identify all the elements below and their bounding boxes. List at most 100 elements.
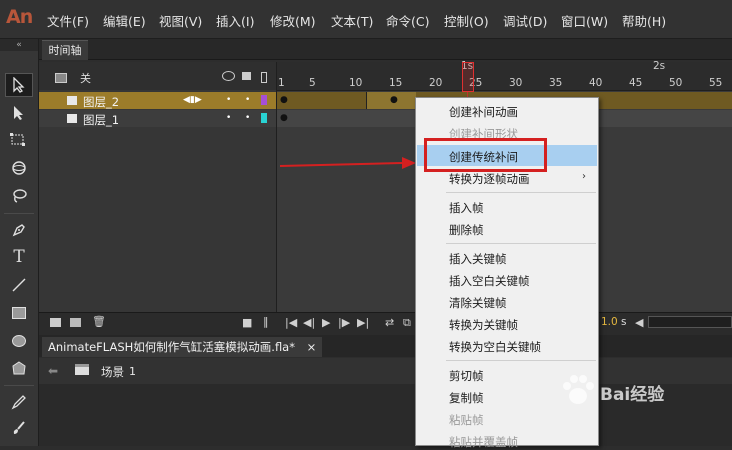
app-logo: An <box>6 6 33 28</box>
layer-motion-icon: ◀▮▶ <box>183 95 202 105</box>
lasso-tool-icon[interactable] <box>5 184 33 208</box>
menu-item-cut-frames[interactable]: 剪切帧 <box>449 368 484 384</box>
menu-item-create-motion-tween[interactable]: 创建补间动画 <box>449 104 518 120</box>
layer-name[interactable]: 图层_2 <box>83 94 119 110</box>
text-tool-icon[interactable]: T <box>5 245 33 269</box>
menu-modify[interactable]: 修改(M) <box>270 11 316 30</box>
timeline-header-label: 关 <box>80 72 91 85</box>
tool-divider <box>4 213 34 214</box>
back-arrow-icon[interactable]: ⬅ <box>48 364 58 378</box>
menu-file[interactable]: 文件(F) <box>47 11 89 30</box>
menu-commands[interactable]: 命令(C) <box>386 11 429 30</box>
selection-tool-icon[interactable] <box>5 73 33 97</box>
ruler-tick: 30 <box>509 77 523 89</box>
scene-clapper-icon <box>75 364 89 375</box>
scene-label[interactable]: 场景 <box>101 364 124 380</box>
timeline-scrollbar[interactable] <box>648 316 732 328</box>
paw-logo-icon <box>563 375 594 404</box>
tab-timeline[interactable]: 时间轴 <box>42 40 88 60</box>
new-layer-icon[interactable] <box>50 318 61 327</box>
polystar-tool-icon[interactable] <box>5 357 33 381</box>
panel-grip-icon[interactable]: ‖ <box>263 315 269 328</box>
elapsed-value: 1.0 <box>601 316 618 328</box>
annotation-arrow-icon <box>279 157 416 169</box>
step-back-icon[interactable]: ◀| <box>303 316 315 329</box>
menu-window[interactable]: 窗口(W) <box>561 11 608 30</box>
layer-lock-dot[interactable]: • <box>245 95 250 105</box>
elapsed-time: 1.0 s <box>601 316 627 328</box>
menu-text[interactable]: 文本(T) <box>331 11 373 30</box>
pencil-tool-icon[interactable] <box>5 390 33 414</box>
first-frame-icon[interactable]: |◀ <box>285 316 297 329</box>
keyframe[interactable]: ● <box>280 113 288 123</box>
menu-item-convert-to-keyframes[interactable]: 转换为关键帧 <box>449 317 518 333</box>
menu-separator <box>446 192 596 193</box>
delete-layer-icon[interactable]: 🗑 <box>92 315 106 328</box>
seconds-marker: 2s <box>653 60 666 72</box>
onion-skin-icon[interactable]: ⧉ <box>403 316 411 330</box>
tool-divider <box>4 385 34 386</box>
scroll-left-icon[interactable]: ◀ <box>635 316 643 329</box>
layer-visibility-dot[interactable]: • <box>226 95 231 105</box>
document-tab[interactable]: AnimateFLASH如何制作气缸活塞模拟动画.fla* × <box>42 337 323 357</box>
play-icon[interactable]: ▶ <box>322 316 330 329</box>
menu-item-clear-keyframe[interactable]: 清除关键帧 <box>449 295 507 311</box>
rectangle-tool-icon[interactable] <box>5 301 33 325</box>
menu-insert[interactable]: 插入(I) <box>216 11 254 30</box>
lock-icon[interactable] <box>242 72 251 80</box>
layer-icon <box>67 114 77 123</box>
camera-icon[interactable]: ■ <box>242 316 252 329</box>
menu-item-convert-to-blank-keyframes[interactable]: 转换为空白关键帧 <box>449 339 541 355</box>
layer-lock-dot[interactable]: • <box>245 113 250 123</box>
menu-item-insert-keyframe[interactable]: 插入关键帧 <box>449 251 507 267</box>
layer-color-swatch[interactable] <box>261 95 267 105</box>
close-tab-icon[interactable]: × <box>307 340 317 354</box>
playhead[interactable] <box>462 62 474 92</box>
menu-item-paste-and-overwrite-frames: 粘贴并覆盖帧 <box>449 435 518 449</box>
new-folder-icon[interactable] <box>70 318 81 327</box>
ruler-tick: 40 <box>589 77 603 89</box>
scene-number: 1 <box>129 365 136 378</box>
menu-separator <box>446 360 596 361</box>
eye-icon[interactable] <box>222 71 235 81</box>
menu-item-remove-frames[interactable]: 删除帧 <box>449 222 484 238</box>
menu-edit[interactable]: 编辑(E) <box>103 11 146 30</box>
submenu-arrow-icon: › <box>582 171 586 182</box>
layer-icon <box>67 96 77 105</box>
menu-item-paste-frames: 粘贴帧 <box>449 413 484 427</box>
ruler-tick: 55 <box>709 77 723 89</box>
step-forward-icon[interactable]: |▶ <box>338 316 350 329</box>
keyframe[interactable]: ● <box>390 95 398 105</box>
free-transform-tool-icon[interactable] <box>5 128 33 152</box>
pen-tool-icon[interactable] <box>5 218 33 242</box>
last-frame-icon[interactable]: ▶| <box>357 316 369 329</box>
outline-icon[interactable] <box>261 72 267 83</box>
menu-view[interactable]: 视图(V) <box>159 11 202 30</box>
menu-item-insert-blank-keyframe[interactable]: 插入空白关键帧 <box>449 273 530 289</box>
menu-debug[interactable]: 调试(D) <box>503 11 547 30</box>
elapsed-unit: s <box>621 316 627 328</box>
keyframe[interactable]: ● <box>280 95 288 105</box>
watermark-text: Bai经验 <box>600 385 665 405</box>
watermark: Bai经验 <box>560 368 730 418</box>
oval-tool-icon[interactable] <box>5 329 33 353</box>
layer-visibility-dot[interactable]: • <box>226 113 231 123</box>
3d-rotation-tool-icon[interactable] <box>5 156 33 180</box>
collapse-panel-icon[interactable]: « <box>0 39 38 51</box>
menu-control[interactable]: 控制(O) <box>444 11 489 30</box>
ruler-tick: 50 <box>669 77 683 89</box>
line-tool-icon[interactable] <box>5 273 33 297</box>
panel-tab-strip <box>39 39 732 60</box>
subselection-tool-icon[interactable] <box>5 101 33 125</box>
loop-icon[interactable]: ⇄ <box>385 316 394 329</box>
ruler-tick: 20 <box>429 77 443 89</box>
menu-help[interactable]: 帮助(H) <box>622 11 666 30</box>
document-title: AnimateFLASH如何制作气缸活塞模拟动画.fla* <box>48 340 295 354</box>
layer-name[interactable]: 图层_1 <box>83 112 119 128</box>
menu-item-insert-frame[interactable]: 插入帧 <box>449 200 484 216</box>
ruler-tick: 15 <box>389 77 403 89</box>
layer-color-swatch[interactable] <box>261 113 267 123</box>
brush-tool-icon[interactable] <box>5 416 33 440</box>
menu-item-copy-frames[interactable]: 复制帧 <box>449 390 484 406</box>
menu-item-convert-to-frame-by-frame[interactable]: 转换为逐帧动画 <box>449 171 530 187</box>
